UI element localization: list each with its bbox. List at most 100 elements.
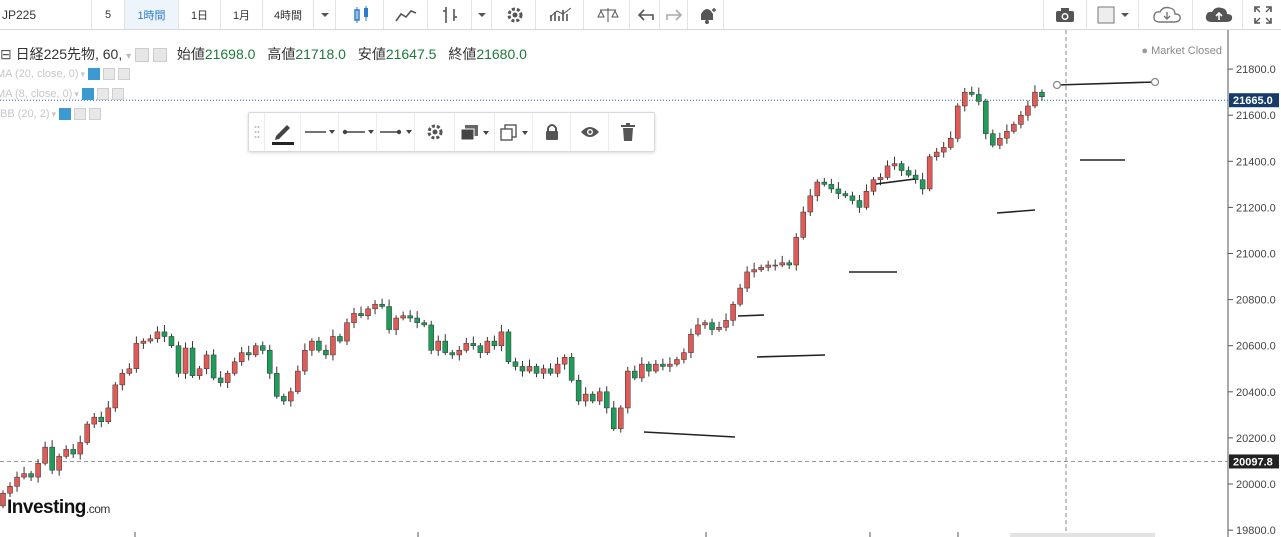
cloud-upload-icon[interactable] (1195, 0, 1243, 29)
candle-body (603, 391, 610, 409)
candle-body (323, 350, 329, 356)
fullscreen-icon[interactable] (1245, 0, 1281, 29)
candle-body (547, 368, 554, 374)
symbol-field[interactable]: JP225 (0, 0, 92, 29)
candle-body (182, 347, 189, 374)
chevron-down-icon[interactable]: ▾ (74, 89, 79, 100)
interval-1h-button[interactable]: 1時間 (125, 0, 179, 29)
eye-icon[interactable] (59, 108, 72, 120)
candle-body (421, 322, 427, 326)
title-dropdown-icon[interactable]: ▾ (126, 51, 131, 62)
eye-icon[interactable] (81, 88, 94, 100)
high-label: 高値 (267, 46, 296, 62)
candle-body (21, 473, 27, 478)
stack-order-icon[interactable] (455, 113, 495, 151)
drag-handle-icon[interactable] (249, 113, 265, 151)
candle-body (969, 91, 975, 95)
trend-line-handle[interactable] (1150, 77, 1160, 87)
candle-body (1018, 114, 1024, 125)
candle-body (926, 156, 933, 190)
candle-body (505, 331, 512, 363)
legend-gear-icon[interactable] (152, 48, 167, 63)
layout-box-icon[interactable] (1087, 0, 1139, 29)
interval-dropdown-icon[interactable] (314, 0, 336, 29)
chevron-down-icon[interactable]: ▾ (81, 69, 86, 80)
lock-icon[interactable] (533, 113, 571, 151)
logo-text: Investing (7, 497, 86, 518)
candle-body (821, 181, 828, 185)
compare-scale-icon[interactable] (586, 0, 630, 29)
line-start-style-icon[interactable] (339, 113, 377, 151)
candle-body (203, 354, 210, 370)
market-status-label: Market Closed (1151, 45, 1222, 57)
chevron-down-icon[interactable]: ▾ (52, 109, 57, 120)
chart-type-dropdown-icon[interactable] (472, 0, 492, 29)
clone-icon[interactable] (495, 113, 533, 151)
delete-trash-icon[interactable] (609, 113, 647, 151)
candle-body (877, 177, 884, 180)
selected-trend-line[interactable] (1056, 81, 1156, 86)
candle-body (667, 363, 673, 367)
candle-body (1032, 91, 1038, 107)
candle-body (245, 352, 252, 356)
line-end-style-icon[interactable] (377, 113, 415, 151)
redo-icon[interactable] (660, 0, 688, 29)
drawing-settings-gear-icon[interactable] (415, 113, 455, 151)
candle-body (779, 262, 785, 266)
legend-eye-icon[interactable] (135, 48, 150, 63)
settings-gear-icon[interactable] (494, 0, 536, 29)
candle-body (267, 350, 273, 374)
cloud-download-icon[interactable] (1141, 0, 1193, 29)
price-chart[interactable]: 19800.0 20000.0 20200.0 20400.0 20600.0 20800… (0, 30, 1281, 537)
candle-body (800, 211, 807, 238)
gear-icon[interactable] (96, 88, 109, 100)
interval-5-button[interactable]: 5 (92, 0, 125, 29)
close-icon[interactable] (111, 88, 124, 100)
candle-body (835, 188, 842, 194)
candle-body (210, 354, 217, 379)
interval-1d-button[interactable]: 1日 (179, 0, 221, 29)
undo-icon[interactable] (632, 0, 660, 29)
interval-1m-button[interactable]: 1月 (221, 0, 263, 29)
candle-body (997, 138, 1003, 146)
gear-icon[interactable] (103, 68, 116, 80)
candles-chart-icon[interactable] (340, 0, 384, 29)
trend-line[interactable] (643, 431, 736, 438)
bars-chart-icon[interactable] (428, 0, 472, 29)
area-chart-icon[interactable] (384, 0, 428, 29)
candle-body (856, 200, 863, 208)
candle-body (189, 347, 196, 376)
candle-body (259, 345, 266, 351)
candle-body (112, 384, 119, 409)
trend-line-handle[interactable] (1052, 80, 1062, 90)
indicator-ma-8[interactable]: MA (8, close, 0) ▾ (0, 88, 124, 100)
candle-body (133, 343, 140, 369)
line-style-solid-icon[interactable] (301, 113, 339, 151)
collapse-icon[interactable]: ⊟ (0, 46, 12, 62)
interval-4h-button[interactable]: 4時間 (263, 0, 314, 29)
candle-body (407, 315, 413, 319)
visibility-eye-icon[interactable] (571, 113, 609, 151)
indicator-bb[interactable]: BB (20, 2) ▾ (0, 108, 102, 120)
candle-body (625, 370, 631, 409)
candle-body (252, 345, 259, 356)
indicators-icon[interactable] (538, 0, 584, 29)
candle-body (295, 370, 301, 393)
candle-body (477, 345, 484, 353)
candle-body (217, 377, 224, 383)
eye-icon[interactable] (88, 68, 101, 80)
candle-body (786, 262, 792, 266)
close-icon[interactable] (89, 108, 102, 120)
close-icon[interactable] (118, 68, 131, 80)
trend-line[interactable] (756, 354, 826, 358)
trend-line[interactable] (737, 314, 765, 317)
trend-line[interactable] (996, 209, 1036, 214)
gear-icon[interactable] (74, 108, 87, 120)
pencil-icon[interactable] (265, 113, 301, 151)
candle-body (618, 407, 624, 429)
close-label: 終値 (448, 46, 477, 62)
ohlc-legend: ⊟ 日経225先物, 60, ▾ 始値21698.0 高値21718.0 安値2… (0, 44, 535, 64)
indicator-ma-20[interactable]: MA (20, close, 0) ▾ (0, 68, 131, 80)
camera-icon[interactable] (1043, 0, 1087, 29)
alert-bell-icon[interactable] (690, 0, 724, 29)
